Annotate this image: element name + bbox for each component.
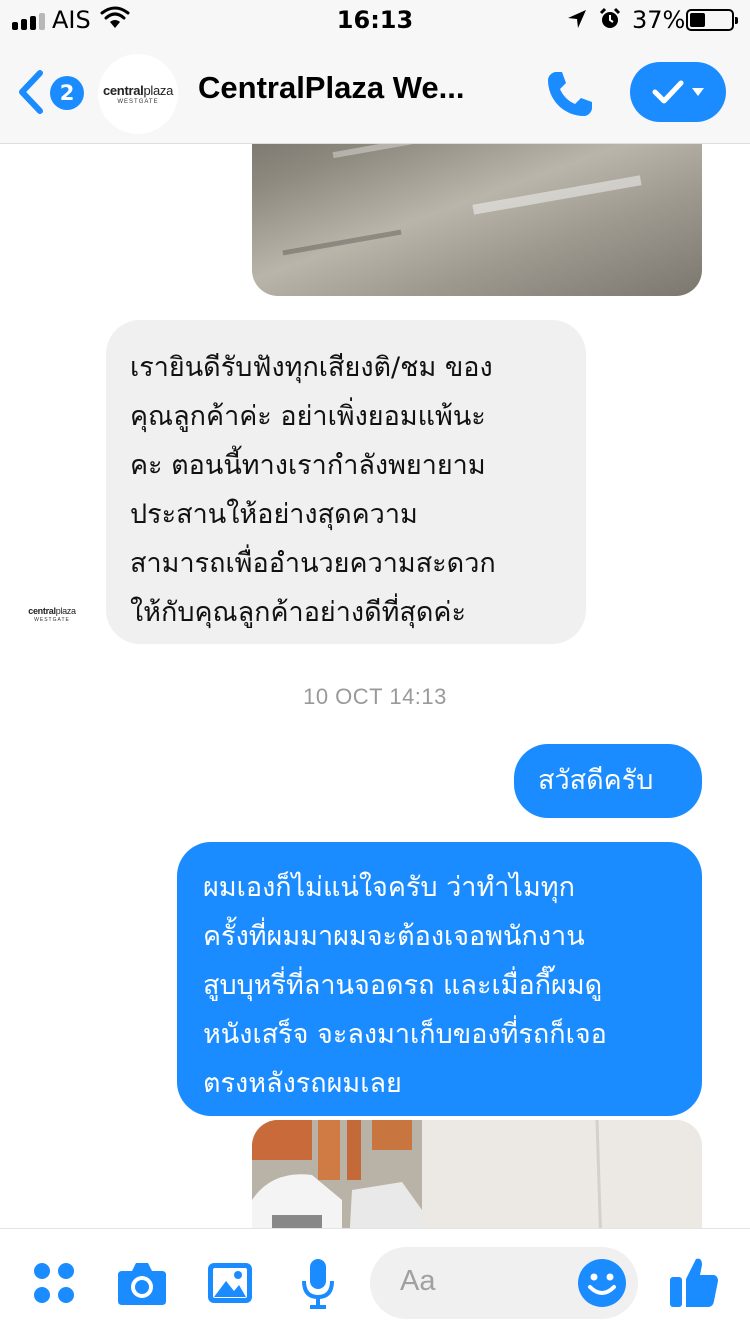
photo-gallery-icon [208, 1263, 252, 1303]
like-button[interactable] [668, 1255, 720, 1313]
message-line: สูบบุหรี่ที่ลานจอดรถ และเมื่อกี๊ผมดู [203, 970, 603, 1001]
message-line: คะ ตอนนี้ทางเรากำลังพยายาม [130, 450, 486, 481]
message-line: ตรงหลังรถผมเลย [203, 1068, 402, 1099]
phone-icon [548, 72, 592, 116]
camera-button[interactable] [116, 1259, 168, 1311]
message-line: ให้กับคุณลูกค้าอย่างดีที่สุดค่ะ [130, 597, 466, 628]
emoji-button[interactable] [576, 1257, 628, 1313]
conversation-header: 2 centralplaza WESTGATE CentralPlaza We.… [0, 40, 750, 144]
caret-down-icon [692, 88, 704, 96]
apps-button[interactable] [32, 1261, 76, 1309]
checkmark-icon [652, 80, 684, 104]
message-line: คุณลูกค้าค่ะ อย่าเพิ่งยอมแพ้นะ [130, 401, 486, 432]
outgoing-message-bubble[interactable]: สวัสดีครับ [514, 744, 702, 818]
message-line: สามารถเพื่ออำนวยความสะดวก [130, 548, 496, 579]
gallery-button[interactable] [206, 1259, 254, 1311]
alarm-clock-icon [598, 7, 622, 35]
done-menu-button[interactable] [630, 62, 726, 122]
apps-grid-icon [34, 1263, 74, 1303]
message-input-placeholder: Aa [400, 1265, 436, 1297]
back-button[interactable]: 2 [14, 64, 94, 120]
sender-avatar[interactable]: centralplaza WESTGATE [22, 596, 82, 632]
battery-percentage: 37% [632, 6, 686, 34]
voice-message-button[interactable] [300, 1257, 336, 1315]
message-line: ประสานให้อย่างสุดความ [130, 499, 418, 530]
back-chevron-icon [19, 70, 43, 114]
location-arrow-icon [566, 8, 588, 34]
conversation-title[interactable]: CentralPlaza We... [198, 70, 464, 106]
avatar-logo-text: centralplaza [102, 83, 174, 98]
message-composer: Aa [0, 1228, 750, 1334]
incoming-message-bubble[interactable]: เรายินดีรับฟังทุกเสียงติ/ชม ของ คุณลูกค้… [106, 320, 586, 644]
page-avatar[interactable]: centralplaza WESTGATE [98, 54, 178, 134]
unread-count-badge: 2 [50, 76, 84, 110]
message-timestamp: 10 OCT 14:13 [303, 684, 447, 709]
message-line: ครั้งที่ผมมาผมจะต้องเจอพนักงาน [203, 921, 585, 952]
avatar-logo-subtext: WESTGATE [117, 99, 159, 105]
status-bar: AIS 16:13 37% [0, 0, 750, 40]
message-line: ผมเองก็ไม่แน่ใจครับ ว่าทำไมทุก [203, 872, 575, 903]
outgoing-message-bubble[interactable]: ผมเองก็ไม่แน่ใจครับ ว่าทำไมทุก ครั้งที่ผ… [177, 842, 702, 1116]
message-line: หนังเสร็จ จะลงมาเก็บของที่รถก็เจอ [203, 1019, 607, 1050]
voice-call-button[interactable] [544, 68, 596, 120]
microphone-icon [302, 1259, 334, 1309]
message-input[interactable]: Aa [370, 1247, 638, 1319]
message-line: เรายินดีรับฟังทุกเสียงติ/ชม ของ [130, 352, 493, 383]
emoji-icon [578, 1259, 626, 1307]
battery-icon [686, 9, 738, 31]
camera-icon [118, 1263, 166, 1305]
thumbs-up-icon [670, 1258, 718, 1307]
